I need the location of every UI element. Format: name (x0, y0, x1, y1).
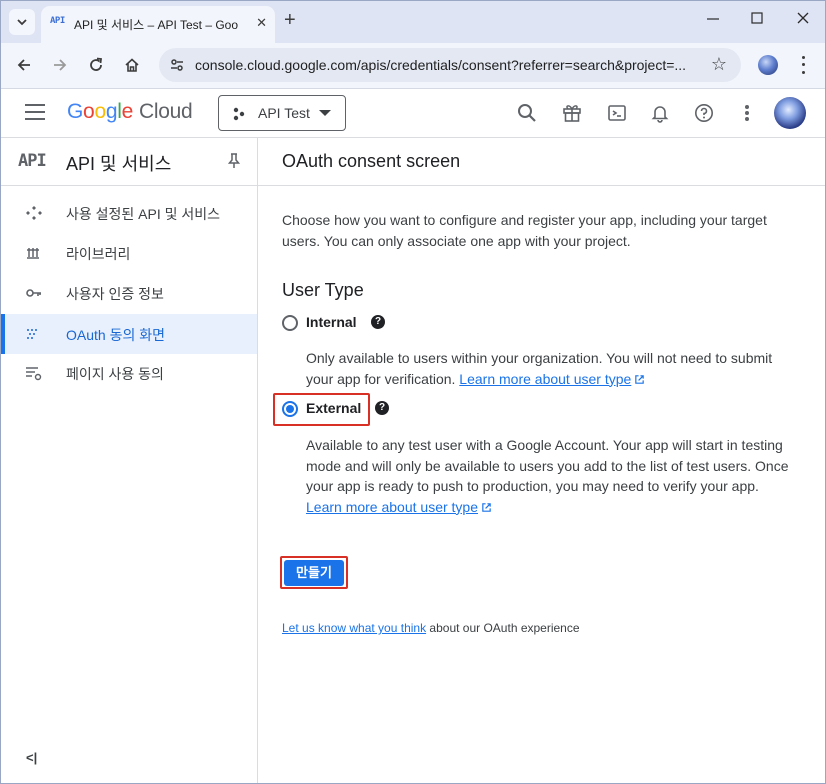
sidebar-item-credentials[interactable]: 사용자 인증 정보 (1, 273, 257, 313)
internal-label[interactable]: Internal (306, 314, 357, 330)
highlight-box (273, 393, 370, 426)
library-icon (25, 245, 43, 261)
new-tab-icon[interactable]: + (284, 10, 296, 30)
gift-icon[interactable] (561, 102, 583, 124)
cloud-shell-icon[interactable] (606, 102, 628, 124)
sidebar-item-label: 사용 설정된 API 및 서비스 (66, 206, 221, 222)
chevron-down-icon (319, 110, 331, 116)
external-link-icon (482, 502, 491, 512)
sidebar-item-library[interactable]: 라이브러리 (1, 233, 257, 273)
notifications-bell-icon[interactable] (649, 102, 671, 124)
sidebar-item-label: 라이브러리 (66, 246, 131, 262)
highlight-box (280, 556, 348, 589)
page-usage-icon (25, 365, 43, 381)
url-text[interactable]: console.cloud.google.com/apis/credential… (195, 57, 703, 73)
collapse-sidebar-icon[interactable]: <| (26, 750, 37, 765)
minimize-icon[interactable] (707, 11, 719, 30)
main-header: OAuth consent screen (258, 138, 825, 186)
search-icon[interactable] (516, 102, 538, 124)
internal-radio[interactable] (282, 315, 298, 331)
bookmark-star-icon[interactable]: ☆ (711, 54, 727, 75)
account-avatar[interactable] (774, 97, 806, 129)
feedback-text: about our OAuth experience (426, 621, 580, 635)
settings-kebab-icon[interactable] (736, 102, 758, 124)
apis-diamond-icon (25, 205, 43, 221)
project-picker-button[interactable]: API Test (218, 95, 346, 131)
internal-description: Only available to users within your orga… (306, 348, 796, 389)
tab-strip: API API 및 서비스 – API Test – Goo ✕ + (1, 1, 825, 43)
intro-text: Choose how you want to configure and reg… (282, 212, 767, 249)
main-content: OAuth consent screen Choose how you want… (258, 138, 825, 783)
browser-toolbar: console.cloud.google.com/apis/credential… (1, 43, 825, 89)
address-bar[interactable]: console.cloud.google.com/apis/credential… (159, 48, 741, 82)
internal-radio-row[interactable]: Internal ? (282, 313, 392, 337)
hamburger-icon[interactable] (25, 104, 45, 120)
external-description: Available to any test user with a Google… (306, 435, 796, 517)
maximize-icon[interactable] (751, 11, 763, 30)
cloud-console-header: Google Cloud API Test (1, 90, 825, 138)
sidebar-item-page-usage[interactable]: 페이지 사용 동의 (1, 353, 257, 393)
sidebar-item-label: OAuth 동의 화면 (66, 327, 165, 343)
browser-window: API API 및 서비스 – API Test – Goo ✕ + conso… (0, 0, 826, 784)
browser-tab[interactable]: API API 및 서비스 – API Test – Goo ✕ (41, 6, 275, 43)
sidebar-header: API API 및 서비스 (1, 138, 257, 186)
pin-icon[interactable] (227, 152, 241, 170)
external-desc-text: Available to any test user with a Google… (306, 437, 789, 494)
sidebar-item-oauth-consent[interactable]: OAuth 동의 화면 (1, 314, 257, 354)
oauth-dots-icon (25, 326, 43, 342)
tab-favicon: API (50, 16, 65, 26)
sidebar: API API 및 서비스 사용 설정된 API 및 서비스 라이브러리 사용자… (1, 138, 258, 783)
profile-icon[interactable] (758, 55, 778, 75)
forward-icon[interactable] (49, 54, 71, 76)
user-type-heading: User Type (282, 280, 364, 300)
sidebar-item-label: 페이지 사용 동의 (66, 366, 164, 382)
project-dots-icon (233, 107, 245, 121)
tab-title: API 및 서비스 – API Test – Goo (74, 18, 239, 32)
window-close-icon[interactable] (797, 11, 809, 30)
site-info-icon[interactable] (167, 55, 187, 75)
tab-menu-icon[interactable] (9, 9, 35, 35)
help-icon[interactable] (693, 102, 715, 124)
api-icon: API (18, 151, 47, 171)
page-title: OAuth consent screen (282, 151, 461, 171)
back-icon[interactable] (13, 54, 35, 76)
external-link-icon (635, 374, 645, 384)
learn-more-link[interactable]: Learn more about user type (459, 371, 631, 387)
key-icon (25, 285, 43, 301)
help-icon[interactable]: ? (371, 315, 385, 329)
sidebar-title: API 및 서비스 (66, 154, 172, 174)
close-icon[interactable]: ✕ (256, 15, 267, 31)
google-cloud-logo[interactable]: Google Cloud (67, 100, 193, 124)
menu-kebab-icon[interactable] (798, 54, 808, 76)
project-name: API Test (258, 105, 310, 121)
feedback-line: Let us know what you think about our OAu… (282, 621, 580, 635)
sidebar-item-label: 사용자 인증 정보 (66, 286, 164, 302)
learn-more-link[interactable]: Learn more about user type (306, 499, 478, 515)
reload-icon[interactable] (85, 54, 107, 76)
feedback-link[interactable]: Let us know what you think (282, 621, 426, 635)
sidebar-item-enabled-apis[interactable]: 사용 설정된 API 및 서비스 (1, 193, 257, 233)
help-icon[interactable]: ? (375, 401, 389, 415)
home-icon[interactable] (121, 54, 143, 76)
